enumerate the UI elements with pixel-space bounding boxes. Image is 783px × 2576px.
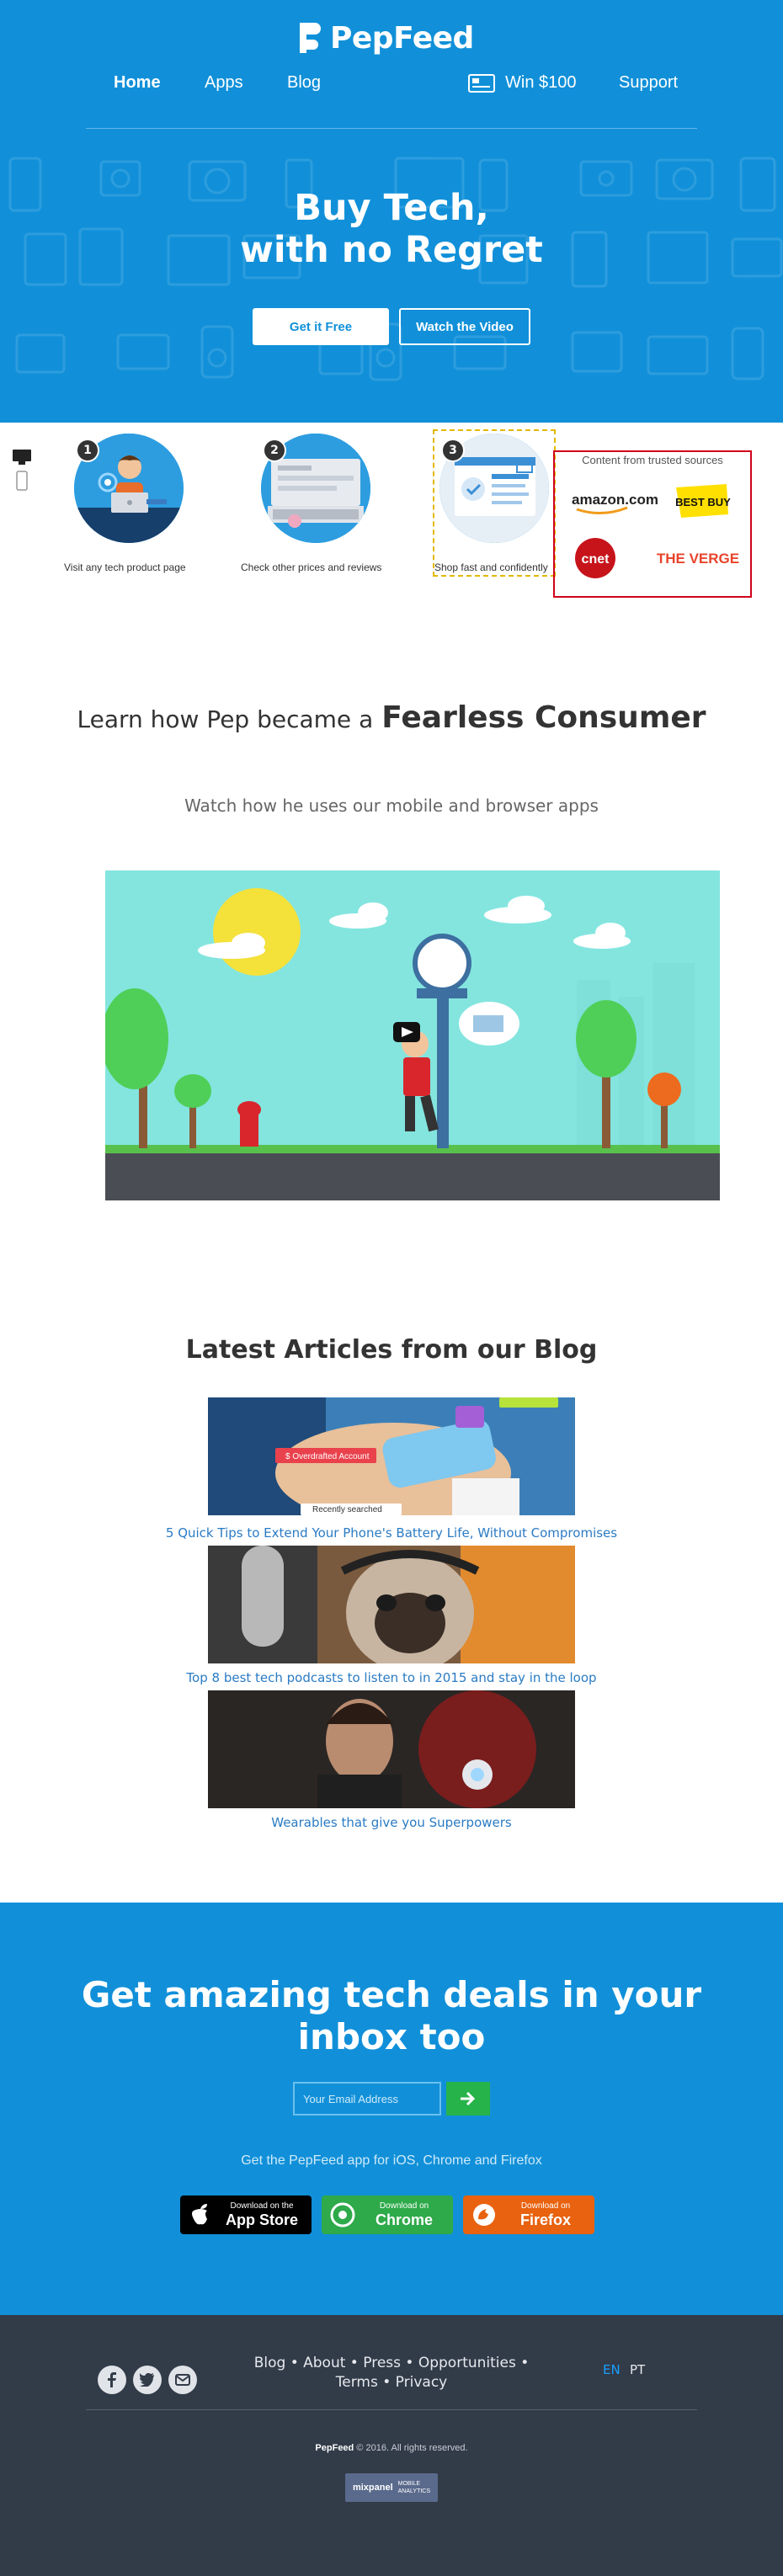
cnet-logo-text: cnet (582, 552, 610, 567)
app-store-big: App Store (225, 2211, 298, 2228)
app-store-small: Download on the (230, 2201, 294, 2211)
apps-text: Get the PepFeed app for iOS, Chrome and … (241, 2153, 542, 2168)
firefox-big: Firefox (519, 2211, 571, 2228)
footer-link-about[interactable]: About (303, 2355, 345, 2371)
newsletter-title: Get amazing tech deals in your inbox too (81, 1974, 702, 2057)
step-2-label: Check other prices and reviews (241, 562, 382, 573)
mixpanel-line1: MOBILE (397, 2481, 421, 2487)
article-1-overlay-1: $ Overdrafted Account (285, 1452, 370, 1461)
copyright-brand: PepFeed (315, 2443, 354, 2453)
bestbuy-logo-text: BEST BUY (675, 496, 731, 508)
amazon-logo: amazon.com (572, 492, 658, 514)
article-1-overlay-2: Recently searched (312, 1505, 382, 1514)
email-input[interactable]: Your Email Address (293, 2082, 441, 2116)
article-1-title[interactable]: 5 Quick Tips to Extend Your Phone's Batt… (0, 1525, 783, 1541)
step-2-number: 2 (263, 439, 286, 462)
mixpanel-line2: ANALYTICS (397, 2488, 431, 2494)
step-3-number: 3 (441, 439, 465, 462)
copyright: PepFeed © 2016. All rights reserved. (0, 2443, 783, 2453)
hero-section: PepFeed Home Apps Blog Win $100 Support … (0, 0, 783, 423)
learn-title-bold: Fearless Consumer (381, 700, 706, 735)
firefox-button[interactable]: Download on Firefox (463, 2195, 594, 2234)
footer-links: Blog • About • Press • Opportunities • T… (253, 2355, 530, 2391)
footer-link-privacy[interactable]: Privacy (396, 2374, 448, 2391)
chrome-button[interactable]: Download on Chrome (322, 2195, 453, 2234)
facebook-icon[interactable] (98, 2366, 126, 2394)
the-verge-logo: THE VERGE (657, 551, 739, 567)
footer-link-terms[interactable]: Terms (336, 2374, 378, 2391)
explainer-video[interactable] (105, 870, 720, 1200)
article-2-image[interactable] (208, 1546, 575, 1663)
mixpanel-badge[interactable]: mixpanel MOBILE ANALYTICS (345, 2473, 438, 2502)
blog-title: Latest Articles from our Blog (185, 1335, 598, 1365)
nav-blog[interactable]: Blog (287, 73, 321, 93)
copyright-text: © 2016. All rights reserved. (356, 2443, 468, 2453)
language-en[interactable]: EN (603, 2362, 621, 2377)
footer-divider (86, 2409, 697, 2410)
hero-title-line1: Buy Tech, (294, 187, 489, 229)
mixpanel-brand: mixpanel (352, 2483, 393, 2493)
mobile-icon[interactable] (16, 471, 28, 491)
article-2-title[interactable]: Top 8 best tech podcasts to listen to in… (0, 1670, 783, 1685)
arrow-right-icon (461, 2091, 476, 2106)
cnet-logo: cnet (575, 538, 615, 578)
footer-link-opportunities[interactable]: Opportunities (418, 2355, 516, 2371)
step-1-number: 1 (76, 439, 99, 462)
chrome-big: Chrome (375, 2211, 433, 2228)
footer: Blog • About • Press • Opportunities • T… (0, 2315, 783, 2576)
chrome-small: Download on (379, 2201, 429, 2211)
device-toggle (12, 446, 32, 500)
nav-home[interactable]: Home (114, 73, 161, 93)
footer-link-blog[interactable]: Blog (254, 2355, 286, 2371)
nav-win[interactable]: Win $100 (468, 73, 577, 93)
article-1-image[interactable]: $ Overdrafted Account Recently searched (208, 1397, 575, 1515)
nav-divider (86, 128, 697, 129)
chrome-icon (330, 2202, 355, 2227)
get-it-free-button[interactable]: Get it Free (253, 308, 389, 345)
desktop-icon[interactable] (13, 450, 31, 465)
hero-title: Buy Tech, with no Regret (0, 187, 783, 271)
app-store-button[interactable]: Download on the App Store (180, 2195, 312, 2234)
ticket-icon (468, 73, 495, 93)
hero-title-line2: with no Regret (240, 229, 543, 271)
pepfeed-logo-icon (300, 23, 321, 53)
language-pt[interactable]: PT (630, 2362, 645, 2377)
amazon-logo-text: amazon.com (572, 492, 658, 508)
play-button-icon[interactable] (393, 1022, 420, 1042)
twitter-icon[interactable] (133, 2366, 162, 2394)
pepfeed-logo[interactable]: PepFeed (295, 17, 488, 59)
trusted-sources-panel: Content from trusted sources amazon.com … (553, 450, 752, 598)
watch-video-button[interactable]: Watch the Video (399, 308, 530, 345)
nav-support[interactable]: Support (619, 73, 678, 93)
newsletter-section: Get amazing tech deals in your inbox too… (0, 1903, 783, 2315)
the-verge-logo-text: THE VERGE (657, 551, 739, 567)
learn-title: Learn how Pep became a Fearless Consumer (0, 700, 783, 735)
nav-win-label[interactable]: Win $100 (505, 73, 577, 93)
trusted-sources-title: Content from trusted sources (582, 454, 723, 466)
learn-title-light: Learn how Pep became a (77, 705, 374, 733)
firefox-small: Download on (520, 2201, 571, 2211)
bestbuy-logo: BEST BUY (675, 484, 731, 518)
article-3-title[interactable]: Wearables that give you Superpowers (0, 1815, 783, 1830)
apple-icon (192, 2204, 207, 2225)
email-icon[interactable] (168, 2366, 197, 2394)
brand-name: PepFeed (330, 20, 474, 56)
email-submit-button[interactable] (446, 2082, 490, 2116)
learn-subtitle: Watch how he uses our mobile and browser… (184, 796, 599, 816)
nav-apps[interactable]: Apps (205, 73, 243, 93)
footer-link-press[interactable]: Press (363, 2355, 401, 2371)
article-3-image[interactable] (208, 1690, 575, 1808)
firefox-icon (473, 2204, 495, 2226)
